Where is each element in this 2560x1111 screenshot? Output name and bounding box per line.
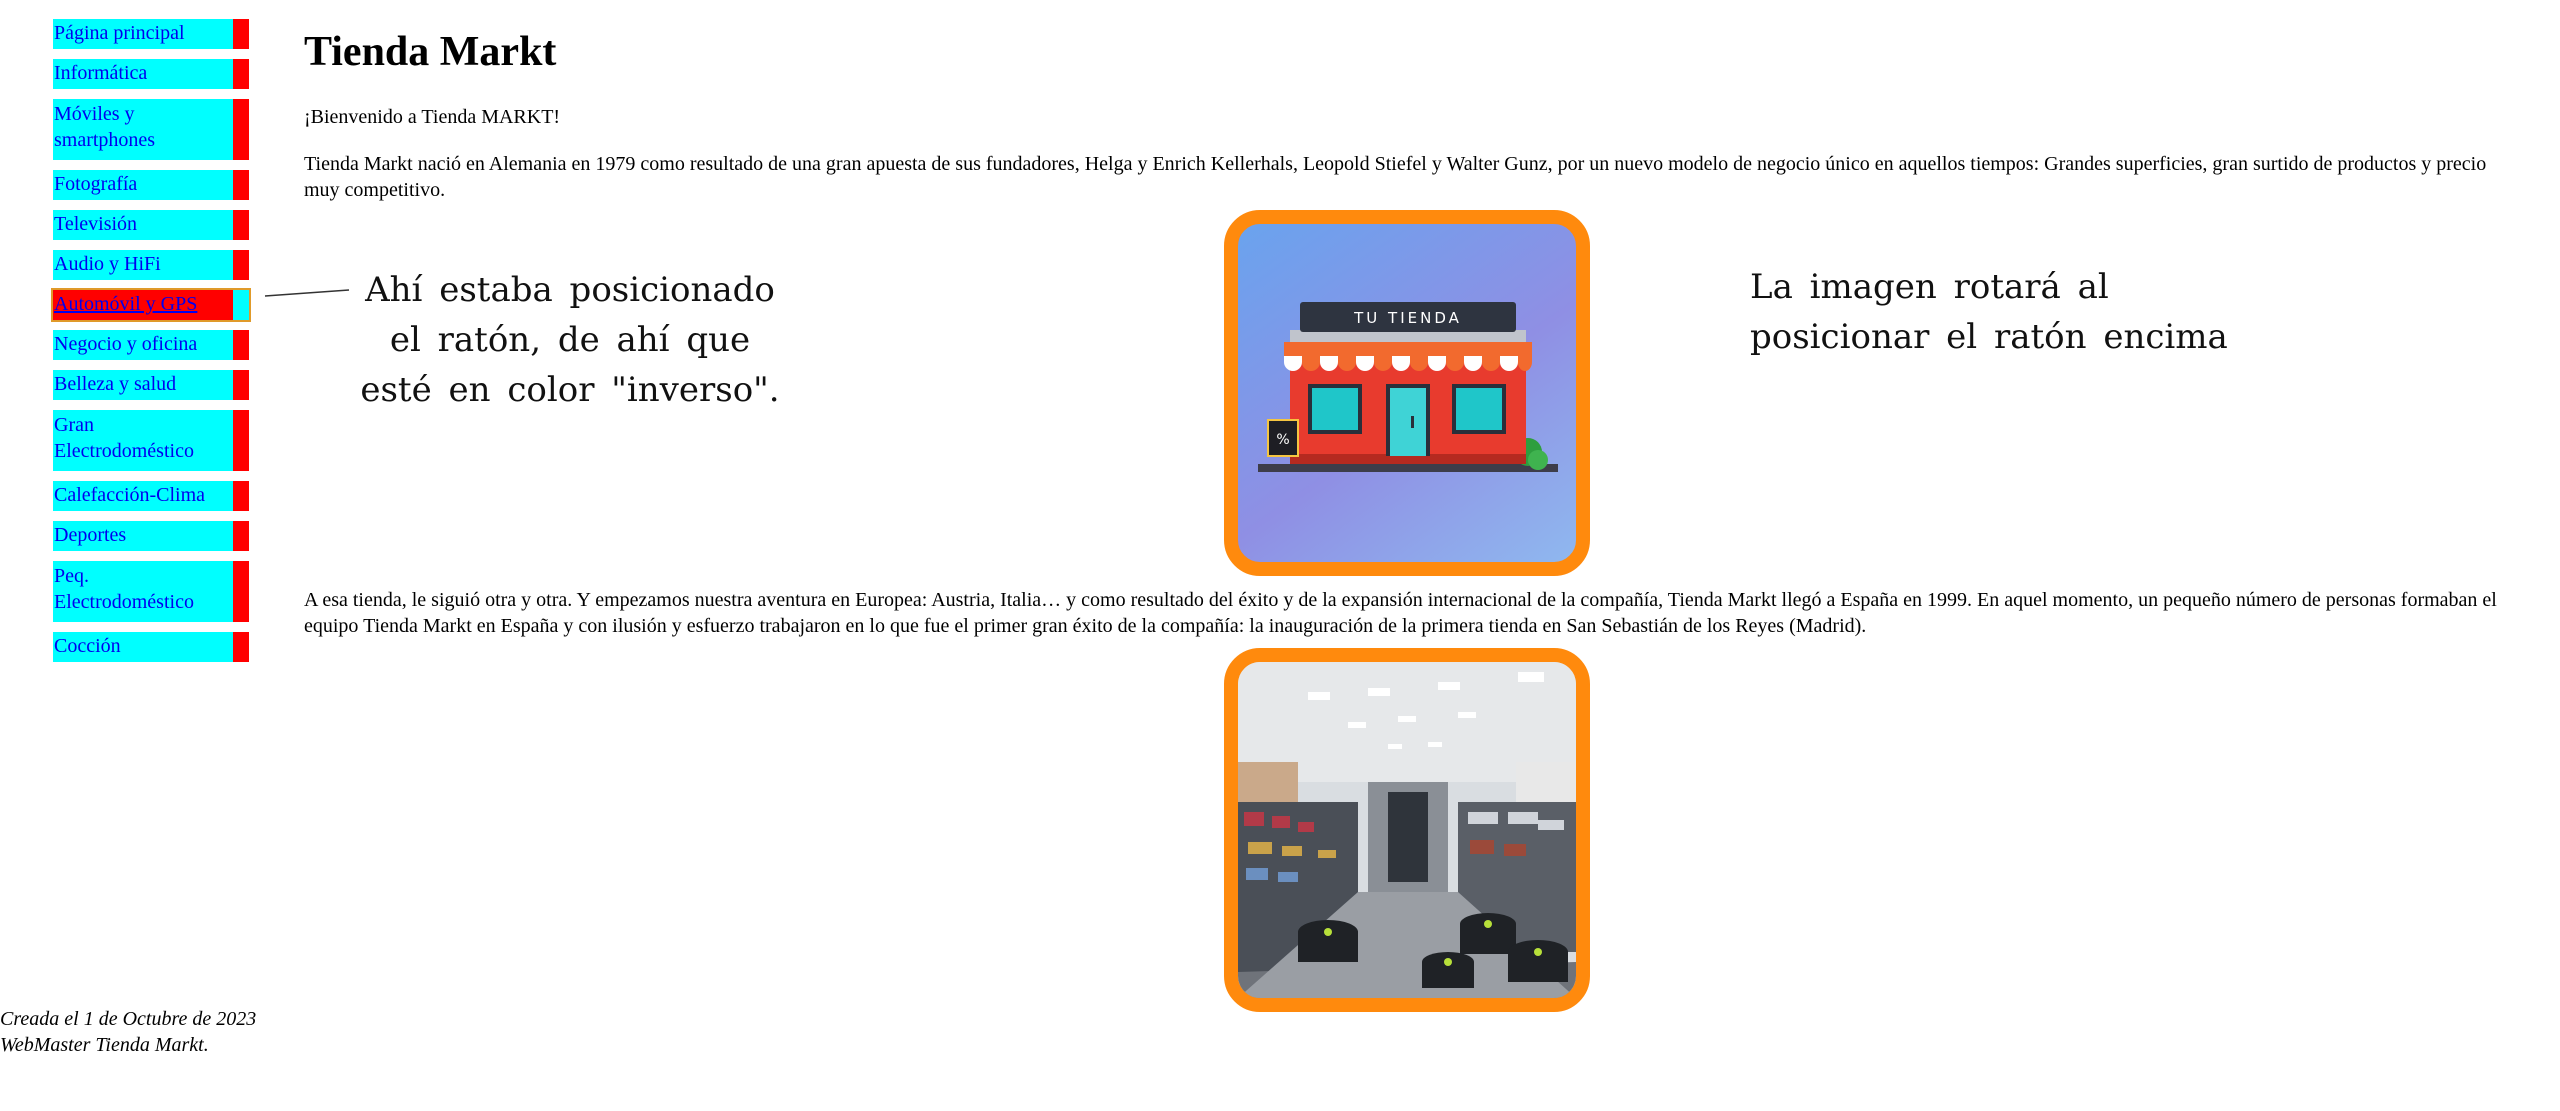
annotation-rotate-note: La imagen rotará al posicionar el ratón … xyxy=(1750,267,2228,357)
footer: Creada el 1 de Octubre de 2023 WebMaster… xyxy=(0,1006,256,1058)
nav-link[interactable]: Página principal xyxy=(53,20,233,46)
nav-item-gran-electrodomestico[interactable]: Gran Electrodoméstico xyxy=(53,410,249,471)
nav-link[interactable]: Automóvil y GPS xyxy=(53,291,233,317)
store-interior-image[interactable] xyxy=(1224,648,1590,1012)
sale-badge-text: % xyxy=(1276,432,1289,448)
nav-link[interactable]: Fotografía xyxy=(53,171,233,197)
nav-link[interactable]: Belleza y salud xyxy=(53,371,233,397)
store-image[interactable]: TU TIENDA % xyxy=(1224,210,1590,576)
nav-link[interactable]: Audio y HiFi xyxy=(53,251,233,277)
history-paragraph: Tienda Markt nació en Alemania en 1979 c… xyxy=(304,153,2487,201)
nav-link[interactable]: Cocción xyxy=(53,633,233,659)
nav-link[interactable]: Informática xyxy=(53,60,233,86)
page-title: Tienda Markt xyxy=(304,29,557,75)
nav-item-fotografia[interactable]: Fotografía xyxy=(53,170,249,200)
nav-link[interactable]: Gran Electrodoméstico xyxy=(53,412,233,464)
store-illustration: TU TIENDA % xyxy=(1258,302,1558,472)
sidebar-nav: Página principal Informática Móviles y s… xyxy=(51,19,251,672)
store-interior-illustration xyxy=(1238,662,1576,998)
nav-item-automovil-hovered[interactable]: Automóvil y GPS xyxy=(51,288,251,322)
nav-item-moviles[interactable]: Móviles y smartphones xyxy=(53,99,249,160)
expansion-paragraph: A esa tienda, le siguió otra y otra. Y e… xyxy=(304,589,2497,637)
annotation-mouse-note: Ahí estaba posicionado el ratón, de ahí … xyxy=(360,270,780,410)
nav-item-pagina-principal[interactable]: Página principal xyxy=(53,19,249,49)
nav-item-negocio[interactable]: Negocio y oficina xyxy=(53,330,249,360)
nav-item-audio[interactable]: Audio y HiFi xyxy=(53,250,249,280)
nav-link[interactable]: Calefacción-Clima xyxy=(53,482,233,508)
nav-link[interactable]: Negocio y oficina xyxy=(53,331,233,357)
nav-item-deportes[interactable]: Deportes xyxy=(53,521,249,551)
nav-item-informatica[interactable]: Informática xyxy=(53,59,249,89)
nav-link[interactable]: Deportes xyxy=(53,522,233,548)
nav-item-belleza[interactable]: Belleza y salud xyxy=(53,370,249,400)
nav-link[interactable]: Televisión xyxy=(53,211,233,237)
nav-item-coccion[interactable]: Cocción xyxy=(53,632,249,662)
nav-item-peq-electrodomestico[interactable]: Peq. Electrodoméstico xyxy=(53,561,249,622)
welcome-text: ¡Bienvenido a Tienda MARKT! xyxy=(304,106,561,128)
store-sign-text: TU TIENDA xyxy=(1353,309,1462,327)
nav-link[interactable]: Peq. Electrodoméstico xyxy=(53,563,233,615)
nav-item-calefaccion[interactable]: Calefacción-Clima xyxy=(53,481,249,511)
nav-item-television[interactable]: Televisión xyxy=(53,210,249,240)
annotation-pointer-line xyxy=(264,289,350,297)
nav-link[interactable]: Móviles y smartphones xyxy=(53,101,233,153)
footer-webmaster: WebMaster Tienda Markt. xyxy=(0,1034,209,1056)
footer-created-date: Creada el 1 de Octubre de 2023 xyxy=(0,1008,257,1030)
